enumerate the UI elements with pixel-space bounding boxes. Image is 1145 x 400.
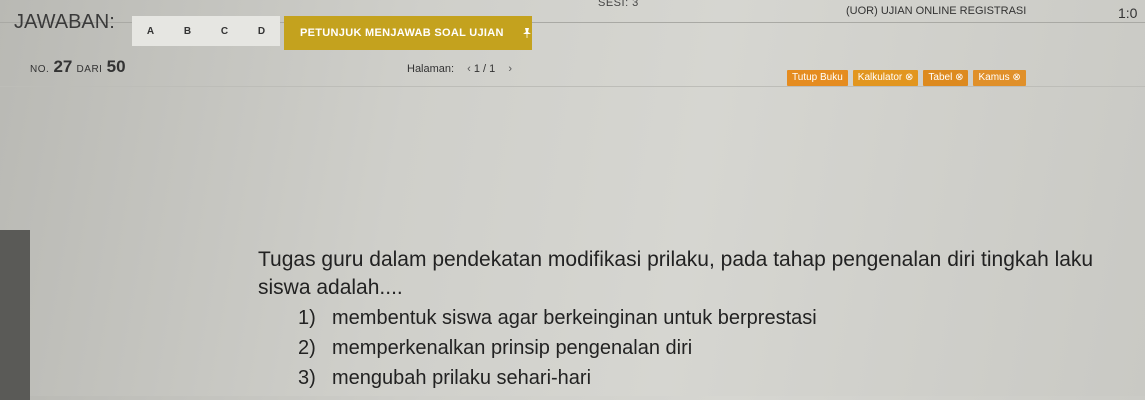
timer: 1:0 [1118,5,1138,21]
answer-option-c[interactable]: C [206,26,243,37]
table-button[interactable]: Tabel ⊗ [923,70,969,86]
of-label: DARI [76,64,103,75]
statement-text: membentuk siswa agar berkeinginan untuk … [332,307,817,329]
statement-item: 2) memperkenalkan prinsip pengenalan diri [298,337,692,360]
answer-option-d[interactable]: D [243,26,280,37]
statement-text: memperkenalkan prinsip pengenalan diri [332,337,693,359]
answer-label: JAWABAN: [14,11,115,33]
no-label: NO. [30,64,50,75]
answer-option-a[interactable]: A [132,26,169,37]
question-counter: NO. 27 DARI 50 [30,57,126,77]
next-page-icon[interactable]: › [508,63,512,75]
close-book-button[interactable]: Tutup Buku [787,70,848,86]
total-number: 50 [106,57,126,76]
question-text: Tugas guru dalam pendekatan modifikasi p… [258,248,1094,299]
page-indicator: 1 / 1 [473,63,496,75]
prev-page-icon[interactable]: ‹ [467,63,471,75]
statement-number: 2) [298,337,316,359]
instructions-button[interactable]: PETUNJUK MENJAWAB SOAL UJIAN [284,16,532,50]
statement-text: mengubah prilaku sehari-hari [332,367,592,389]
answer-option-b[interactable]: B [169,26,206,37]
calculator-button[interactable]: Kalkulator ⊗ [852,70,919,86]
pin-icon [522,28,531,38]
statement-number: 3) [298,367,316,389]
tool-buttons: Tutup Buku Kalkulator ⊗ Tabel ⊗ Kamus ⊗ [787,70,1026,86]
instructions-label: PETUNJUK MENJAWAB SOAL UJIAN [300,27,504,39]
statement-number: 1) [298,307,316,329]
exam-title: (UOR) UJIAN ONLINE REGISTRASI [846,5,1027,17]
statement-item: 1) membentuk siswa agar berkeinginan untu… [298,307,817,330]
page-label: Halaman: [407,63,455,75]
dictionary-button[interactable]: Kamus ⊗ [973,70,1026,86]
pagination: Halaman: ‹ 1 / 1 › [407,63,512,75]
toolbar-divider [0,86,1145,87]
answer-options: A B C D [132,16,280,46]
left-scroll-edge [0,230,30,400]
current-number: 27 [53,57,73,76]
statement-item: 3) mengubah prilaku sehari-hari [298,367,591,390]
session-label: SESI: 3 [598,0,639,9]
